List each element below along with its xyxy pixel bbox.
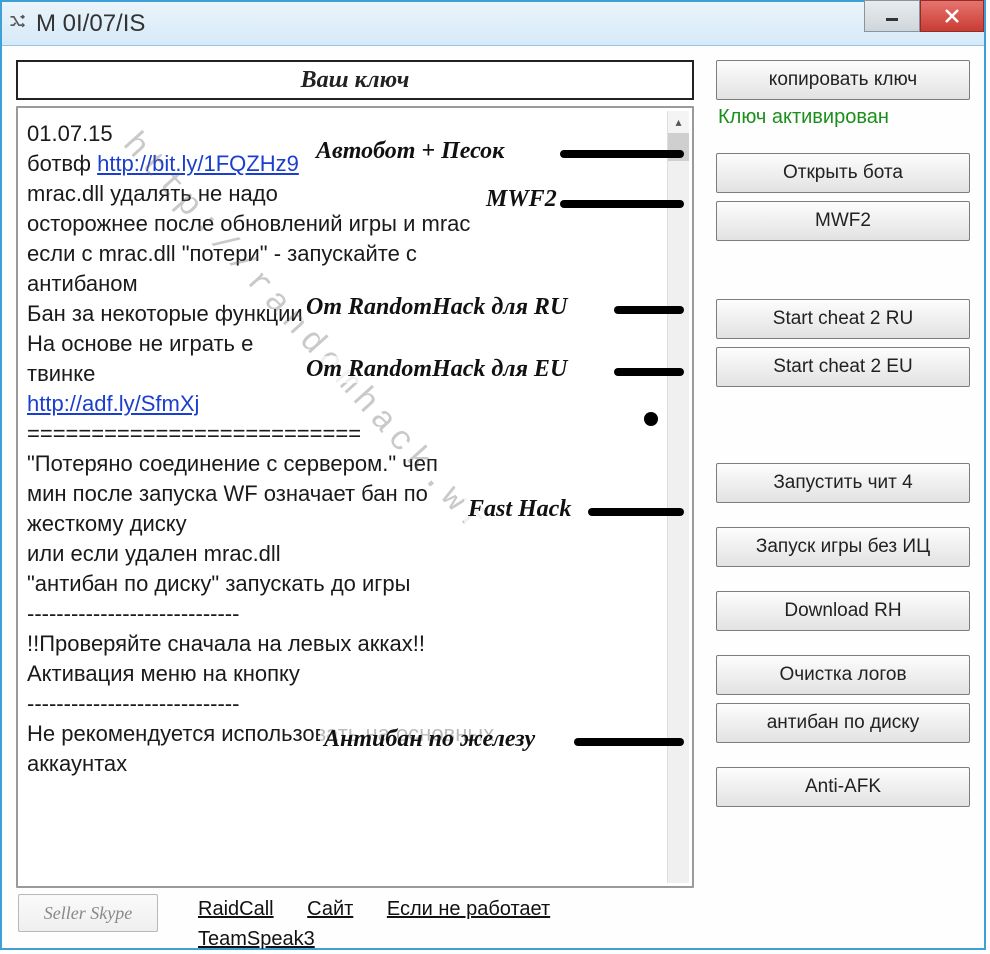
titlebar[interactable]: M 0I/07/IS <box>2 2 984 46</box>
clean-logs-button[interactable]: Очистка логов <box>716 655 970 695</box>
launch-no-ic-button[interactable]: Запуск игры без ИЦ <box>716 527 970 567</box>
cheat2-eu-button[interactable]: Start cheat 2 EU <box>716 347 970 387</box>
news-textbox[interactable]: 01.07.15 ботвф http://bit.ly/1FQZHz9 mra… <box>21 111 689 883</box>
news-line: ботвф <box>27 151 97 176</box>
mwf2-button[interactable]: MWF2 <box>716 201 970 241</box>
download-rh-button[interactable]: Download RH <box>716 591 970 631</box>
news-date: 01.07.15 <box>27 121 113 146</box>
anti-afk-button[interactable]: Anti-AFK <box>716 767 970 807</box>
link-not-working[interactable]: Если не работает <box>387 894 550 924</box>
app-window: M 0I/07/IS Ваш ключ копировать ключ 01.0… <box>0 0 986 950</box>
news-line: "Потеряно соединение с сервером." чеп <box>27 451 438 476</box>
news-line: жесткому диску <box>27 511 187 536</box>
link-site[interactable]: Сайт <box>307 894 353 924</box>
link-bitly[interactable]: http://bit.ly/1FQZHz9 <box>97 151 299 176</box>
link-adfly[interactable]: http://adf.ly/SfmXj <box>27 391 199 416</box>
cheat4-button[interactable]: Запустить чит 4 <box>716 463 970 503</box>
close-button[interactable] <box>920 0 984 32</box>
scrollbar[interactable]: ▴ <box>667 111 689 883</box>
news-dashes: ----------------------------- <box>27 691 239 716</box>
news-line: или если удален mrac.dll <box>27 541 281 566</box>
news-line: если с mrac.dll "потери" - запускайте с <box>27 241 417 266</box>
shuffle-icon <box>8 11 28 37</box>
footer-links: RaidCall Сайт Если не работает TeamSpeak… <box>198 894 578 954</box>
antiban-disk-button[interactable]: антибан по диску <box>716 703 970 743</box>
key-status-text: Ключ активирован <box>716 106 970 129</box>
key-input[interactable]: Ваш ключ <box>16 60 694 100</box>
client-area: Ваш ключ копировать ключ 01.07.15 ботвф … <box>2 46 984 948</box>
news-line: мин после запуска WF означает бан по <box>27 481 428 506</box>
news-line: Активация меню на кнопку <box>27 661 300 686</box>
news-line: осторожнее после обновлений игры и mrac <box>27 211 470 236</box>
news-line: аккаунтах <box>27 751 127 776</box>
open-bot-button[interactable]: Открыть бота <box>716 153 970 193</box>
minimize-button[interactable] <box>864 0 920 32</box>
news-line: Бан за некоторые функции <box>27 301 303 326</box>
news-line: mrac.dll удалять не надо <box>27 181 278 206</box>
news-line: антибаном <box>27 271 138 296</box>
cheat2-ru-button[interactable]: Start cheat 2 RU <box>716 299 970 339</box>
window-title: M 0I/07/IS <box>36 10 145 38</box>
news-line: твинке <box>27 361 95 386</box>
copy-key-button[interactable]: копировать ключ <box>716 60 970 100</box>
news-dashes: ----------------------------- <box>27 601 239 626</box>
link-raidcall[interactable]: RaidCall <box>198 894 274 924</box>
news-line: "антибан по диску" запускать до игры <box>27 571 410 596</box>
news-line: Не рекомендуется использовать на основны… <box>27 721 494 746</box>
news-textbox-frame: 01.07.15 ботвф http://bit.ly/1FQZHz9 mra… <box>16 106 694 888</box>
link-teamspeak[interactable]: TeamSpeak3 <box>198 924 315 954</box>
scroll-up-icon[interactable]: ▴ <box>668 111 689 133</box>
seller-skype-button[interactable]: Seller Skype <box>18 894 158 932</box>
news-line: !!Проверяйте сначала на левых акках!! <box>27 631 425 656</box>
scroll-thumb[interactable] <box>668 133 689 161</box>
news-line: На основе не играть е <box>27 331 253 356</box>
news-divider: ========================== <box>27 421 361 446</box>
